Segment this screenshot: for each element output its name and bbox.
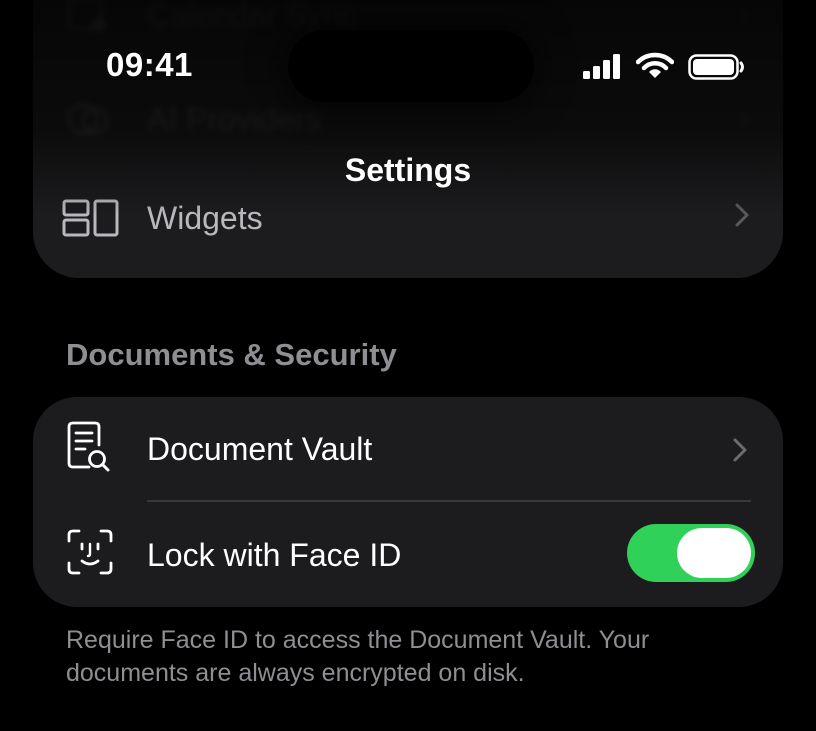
document-vault-label: Document Vault — [147, 431, 373, 467]
face-id-lock-row: Lock with Face ID — [33, 503, 783, 607]
cellular-signal-icon — [582, 52, 624, 85]
dynamic-island — [288, 30, 534, 102]
widgets-icon — [61, 198, 121, 238]
face-id-lock-label: Lock with Face ID — [147, 537, 402, 573]
calendar-sync-icon — [63, 0, 113, 35]
page-title: Settings — [344, 152, 472, 188]
documents-security-group: Document Vault Lock with Face ID — [33, 397, 783, 607]
status-icons — [582, 52, 752, 82]
toggle-knob[interactable] — [677, 528, 751, 578]
row-divider — [147, 500, 751, 502]
ai-providers-label: AI Providers — [147, 100, 322, 137]
status-time: 09:41 — [106, 46, 193, 83]
document-search-icon — [65, 419, 115, 475]
widgets-row[interactable]: Widgets — [33, 190, 783, 250]
chevron-right-icon: › — [739, 0, 749, 31]
calendar-sync-label: Calendar Sync — [147, 0, 357, 33]
widgets-label: Widgets — [147, 200, 263, 236]
ai-providers-icon — [63, 99, 113, 139]
settings-screen: Calendar Sync › AI Providers › Widgets 0… — [0, 0, 816, 731]
battery-icon — [688, 54, 746, 85]
chevron-right-icon — [733, 200, 751, 230]
wifi-icon — [635, 52, 675, 85]
face-id-icon — [65, 525, 115, 581]
chevron-right-icon — [731, 435, 749, 465]
face-id-toggle[interactable] — [627, 524, 755, 582]
section-header-documents-security: Documents & Security — [66, 337, 397, 372]
chevron-right-icon: › — [739, 102, 749, 135]
face-id-footer-note: Require Face ID to access the Document V… — [66, 626, 650, 687]
document-vault-row[interactable]: Document Vault — [33, 397, 783, 501]
